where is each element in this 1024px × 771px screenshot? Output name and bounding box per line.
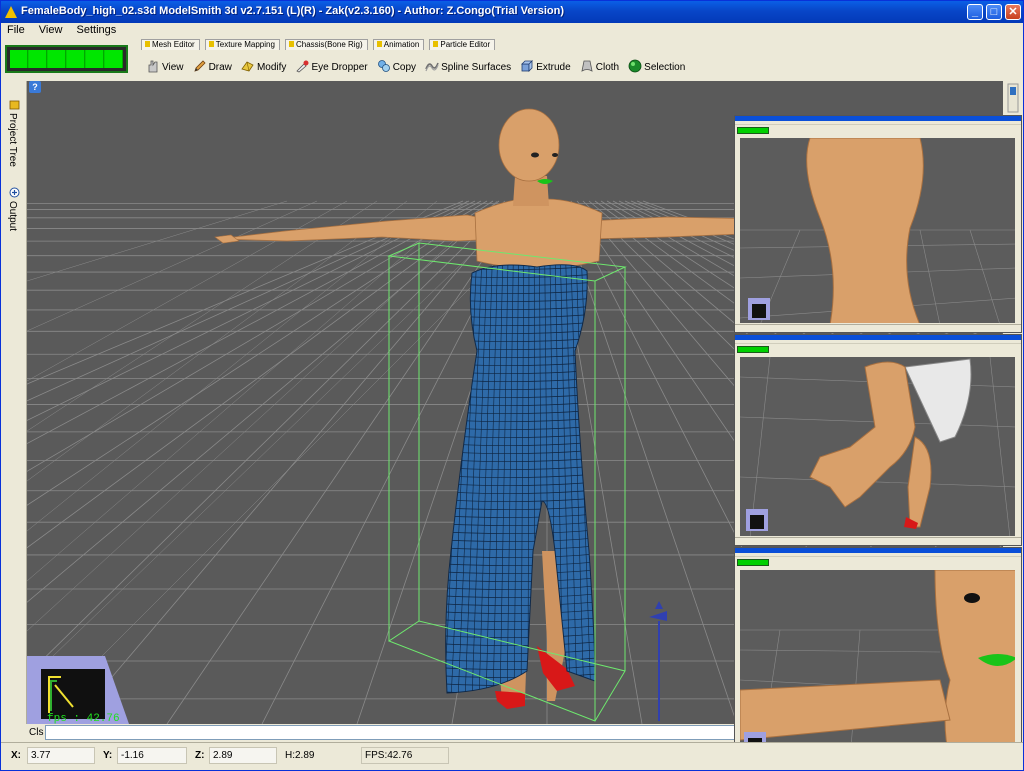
x-label: X:: [11, 750, 21, 761]
z-label: Z:: [195, 750, 205, 761]
console-input[interactable]: [45, 725, 735, 740]
output-icon: [9, 187, 20, 198]
copy-tool-button[interactable]: Copy: [377, 59, 416, 77]
tool-label: Eye Dropper: [311, 62, 368, 73]
modify-tool-button[interactable]: Modify: [241, 59, 286, 77]
spline-icon: [425, 62, 439, 72]
draw-tool-button[interactable]: Draw: [193, 59, 232, 77]
model-figure: [214, 108, 768, 709]
extrude-tool-button[interactable]: Extrude: [520, 59, 571, 77]
y-label: Y:: [103, 750, 113, 761]
tool-label: Cloth: [595, 62, 620, 73]
tool-label: Copy: [392, 62, 417, 73]
fps-overlay: fps : 42.76: [27, 656, 129, 724]
thumbnail-viewport: [740, 570, 1015, 759]
window-title: FemaleBody_high_02.s3d ModelSmith 3d v2.…: [21, 5, 564, 17]
tab-marker-icon: [433, 41, 439, 47]
thumbnail-viewport: [740, 138, 1015, 323]
cloth-icon: [581, 60, 593, 72]
cloth-tool-button[interactable]: Cloth: [580, 59, 619, 77]
tool-label: View: [162, 62, 184, 73]
menu-bar: File View Settings: [1, 23, 1023, 38]
fps-label: FPS:: [365, 750, 388, 761]
tool-label: Selection: [644, 62, 686, 73]
fps-readout: fps : 42.76: [47, 713, 120, 724]
minimize-button[interactable]: _: [967, 4, 983, 20]
tab-label: Mesh Editor: [152, 40, 195, 49]
thumbnail-face: [734, 547, 1022, 769]
eye-dropper-tool-button[interactable]: Eye Dropper: [295, 59, 368, 77]
menu-view[interactable]: View: [33, 23, 68, 36]
project-tree-tab[interactable]: Project Tree: [7, 113, 18, 167]
console-clear-label[interactable]: Cls: [27, 724, 45, 741]
thumbnail-torso: [734, 115, 1022, 333]
tab-marker-icon: [376, 41, 382, 47]
tab-label: Particle Editor: [440, 40, 491, 49]
tab-texture-mapping[interactable]: Texture Mapping: [204, 39, 280, 50]
pencil-icon: [193, 60, 206, 72]
app-window: FemaleBody_high_02.s3d ModelSmith 3d v2.…: [0, 0, 1024, 771]
y-coordinate-field[interactable]: -1.16: [117, 747, 187, 764]
modify-icon: [241, 61, 254, 72]
tool-label: Modify: [256, 62, 287, 73]
z-coordinate-field[interactable]: 2.89: [209, 747, 277, 764]
tab-animation[interactable]: Animation: [372, 39, 425, 50]
right-panel-icon[interactable]: [1007, 83, 1019, 113]
tab-label: Animation: [383, 40, 420, 49]
copy-icon: [377, 60, 390, 72]
tab-marker-icon: [145, 41, 150, 47]
extrude-icon: [521, 60, 534, 72]
view-tool-button[interactable]: View: [146, 59, 184, 77]
thumbnail-hand: [734, 334, 1022, 546]
menu-file[interactable]: File: [1, 23, 30, 36]
menu-settings[interactable]: Settings: [71, 23, 122, 36]
thumbnail-viewport: [740, 357, 1015, 536]
toolbar: View Draw Modify Eye Dropper Copy Spline…: [146, 59, 691, 79]
app-icon: [5, 6, 17, 18]
lcd-display: [5, 45, 128, 73]
maximize-button[interactable]: □: [986, 4, 1002, 20]
eye-dropper-icon: [296, 60, 309, 73]
tab-particle-editor[interactable]: Particle Editor: [429, 39, 496, 50]
height-field: H:2.89: [281, 747, 357, 764]
hand-icon: [148, 60, 158, 73]
tab-label: Chassis(Bone Rig): [295, 40, 363, 49]
close-button[interactable]: ✕: [1005, 4, 1021, 20]
selection-tool-button[interactable]: Selection: [628, 59, 685, 77]
output-tab[interactable]: Output: [7, 201, 18, 231]
title-bar[interactable]: FemaleBody_high_02.s3d ModelSmith 3d v2.…: [1, 1, 1023, 23]
project-tree-icon: [9, 100, 20, 110]
editor-tabs: Mesh Editor Texture Mapping Chassis(Bone…: [141, 38, 497, 50]
tab-marker-icon: [288, 41, 294, 47]
tab-marker-icon: [208, 41, 214, 47]
tab-chassis[interactable]: Chassis(Bone Rig): [284, 39, 368, 50]
fps-field: FPS:42.76: [361, 747, 449, 764]
help-icon[interactable]: ?: [29, 81, 41, 93]
lcd-segments: [10, 50, 123, 68]
fps-value: 42.76: [387, 750, 413, 761]
left-dock: Project Tree Output: [1, 81, 27, 724]
selection-icon: [628, 59, 642, 73]
tool-label: Spline Surfaces: [441, 62, 512, 73]
tool-label: Draw: [208, 62, 232, 73]
status-bar: X: 3.77 Y: -1.16 Z: 2.89 H:2.89 FPS:42.7…: [1, 742, 1023, 770]
tab-label: Texture Mapping: [215, 40, 275, 49]
tool-label: Extrude: [536, 62, 571, 73]
tab-mesh-editor[interactable]: Mesh Editor: [141, 39, 200, 50]
spline-surfaces-tool-button[interactable]: Spline Surfaces: [425, 59, 511, 77]
x-coordinate-field[interactable]: 3.77: [27, 747, 95, 764]
